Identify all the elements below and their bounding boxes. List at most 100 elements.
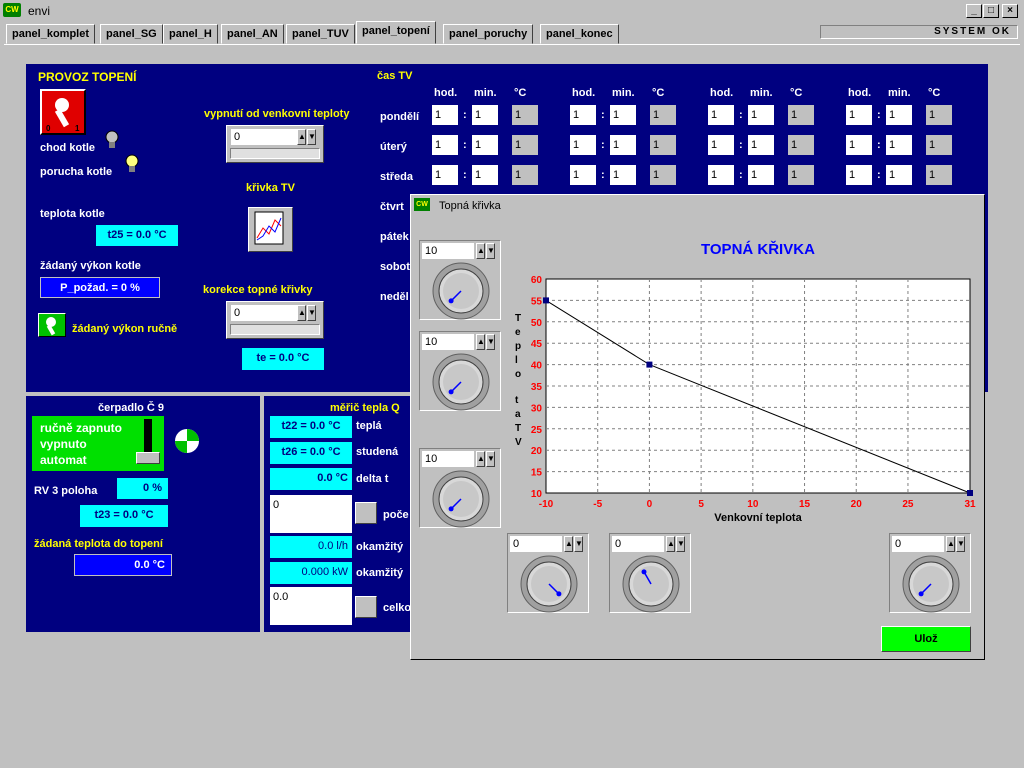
dialog-title-bar: CW Topná křivka	[411, 195, 984, 215]
tv-hour-input[interactable]: 1	[846, 105, 872, 125]
knob-dial-icon[interactable]	[422, 261, 500, 321]
tv-minute-input[interactable]: 1	[472, 165, 498, 185]
vypnuti-label: vypnutí od venkovní teploty	[204, 108, 350, 120]
knob-left-3: 10 ▲ ▼	[419, 448, 501, 528]
chart-button[interactable]	[248, 207, 293, 252]
curve-point-handle	[646, 361, 653, 368]
tv-day-label: středa	[380, 171, 414, 183]
knob-dial-icon[interactable]	[422, 352, 500, 412]
knob-dial-icon[interactable]	[422, 469, 500, 529]
reset-start-button[interactable]	[355, 502, 377, 524]
spin-up-icon[interactable]: ▲	[297, 305, 306, 321]
tab-panel-konec[interactable]: panel_konec	[540, 24, 619, 44]
spin-up-icon[interactable]: ▲	[476, 243, 485, 259]
tab-panel-sg[interactable]: panel_SG	[100, 24, 163, 44]
pump-option-automat[interactable]: automat	[40, 453, 87, 467]
tv-minute-input[interactable]: 1	[886, 105, 912, 125]
tv-minute-input[interactable]: 1	[748, 165, 774, 185]
tab-panel-topeni[interactable]: panel_topení	[356, 21, 436, 44]
tv-temp-value: 1	[650, 135, 676, 155]
pump-option-vypnuto[interactable]: vypnuto	[40, 437, 87, 451]
tv-minute-input[interactable]: 1	[610, 105, 636, 125]
tv-hour-input[interactable]: 1	[570, 165, 596, 185]
knob-bottom-2: 0 ▲ ▼	[609, 533, 691, 613]
knob-dial-icon[interactable]	[612, 554, 690, 614]
manual-power-button[interactable]	[38, 313, 66, 337]
bulb-off-icon	[104, 130, 120, 153]
flow-value: 0.0 l/h	[270, 536, 352, 558]
vypnuti-slider[interactable]	[230, 148, 320, 159]
dialog-app-icon: CW	[414, 198, 430, 211]
vypnuti-input[interactable]: 0	[231, 129, 297, 145]
knob-value-input[interactable]: 10	[422, 243, 474, 259]
tv-hour-input[interactable]: 1	[432, 105, 458, 125]
pump-option-rucne[interactable]: ručně zapnuto	[40, 421, 122, 435]
korekce-input[interactable]: 0	[231, 305, 297, 321]
tab-panel-tuv[interactable]: panel_TUV	[286, 24, 355, 44]
y-axis-label-char: o	[515, 369, 521, 380]
tab-panel-h[interactable]: panel_H	[163, 24, 218, 44]
tv-minute-input[interactable]: 1	[886, 135, 912, 155]
close-button[interactable]: ×	[1002, 4, 1018, 18]
tv-minute-input[interactable]: 1	[610, 135, 636, 155]
tv-day-label: pátek	[380, 231, 409, 243]
tv-day-label: neděl	[380, 291, 409, 303]
studena-label: studená	[356, 446, 399, 458]
tv-minute-input[interactable]: 1	[472, 105, 498, 125]
tab-panel-komplet[interactable]: panel_komplet	[6, 24, 96, 44]
tv-hour-input[interactable]: 1	[432, 165, 458, 185]
krivka-tv-label: křivka TV	[246, 182, 295, 194]
spin-down-icon[interactable]: ▼	[307, 129, 316, 145]
spin-up-icon[interactable]: ▲	[476, 451, 485, 467]
knob-dial-icon[interactable]	[892, 554, 970, 614]
knob-dial-icon[interactable]	[510, 554, 588, 614]
y-axis-label-char: a	[515, 409, 521, 420]
tv-hour-input[interactable]: 1	[570, 135, 596, 155]
tv-hour-input[interactable]: 1	[432, 135, 458, 155]
tv-hour-input[interactable]: 1	[846, 165, 872, 185]
y-tick-label: 15	[531, 468, 543, 479]
tv-minute-input[interactable]: 1	[472, 135, 498, 155]
app-icon: CW	[3, 3, 21, 17]
x-tick-label: 31	[964, 499, 976, 510]
tv-hour-input[interactable]: 1	[846, 135, 872, 155]
tab-panel-an[interactable]: panel_AN	[221, 24, 284, 44]
tv-hour-input[interactable]: 1	[708, 105, 734, 125]
spin-up-icon[interactable]: ▲	[476, 334, 485, 350]
maximize-button[interactable]: □	[983, 4, 999, 18]
y-axis-label-char: T	[515, 313, 521, 324]
tv-hour-input[interactable]: 1	[708, 135, 734, 155]
tv-hour-input[interactable]: 1	[708, 165, 734, 185]
tv-hour-input[interactable]: 1	[570, 105, 596, 125]
tv-minute-input[interactable]: 1	[610, 165, 636, 185]
pump-switch-handle[interactable]	[136, 452, 160, 464]
boiler-switch-button[interactable]: 01	[40, 89, 86, 135]
spin-down-icon[interactable]: ▼	[486, 451, 495, 467]
spin-down-icon[interactable]: ▼	[486, 334, 495, 350]
korekce-label: korekce topné křivky	[203, 284, 313, 296]
korekce-slider[interactable]	[230, 324, 320, 335]
t26-value: t26 = 0.0 °C	[270, 442, 352, 464]
minimize-button[interactable]: _	[966, 4, 982, 18]
spin-down-icon[interactable]: ▼	[486, 243, 495, 259]
knob-value-input[interactable]: 10	[422, 451, 474, 467]
dialog-title: Topná křivka	[439, 200, 501, 212]
t23-value: t23 = 0.0 °C	[80, 505, 168, 527]
reset-total-button[interactable]	[355, 596, 377, 618]
tv-minute-input[interactable]: 1	[886, 165, 912, 185]
tv-day-label: čtvrt	[380, 201, 404, 213]
tv-temp-value: 1	[788, 105, 814, 125]
tv-minute-input[interactable]: 1	[748, 135, 774, 155]
x-tick-label: 20	[851, 499, 863, 510]
tv-colon: :	[601, 109, 605, 121]
knob-value-input[interactable]: 10	[422, 334, 474, 350]
tab-panel-poruchy[interactable]: panel_poruchy	[443, 24, 534, 44]
tv-minute-input[interactable]: 1	[748, 105, 774, 125]
x-tick-label: 0	[647, 499, 653, 510]
tab-divider	[4, 44, 1020, 45]
celk-label: celko	[383, 602, 412, 614]
spin-down-icon[interactable]: ▼	[307, 305, 316, 321]
save-button[interactable]: Ulož	[881, 626, 971, 652]
tv-header-min: min.	[474, 87, 497, 99]
spin-up-icon[interactable]: ▲	[297, 129, 306, 145]
